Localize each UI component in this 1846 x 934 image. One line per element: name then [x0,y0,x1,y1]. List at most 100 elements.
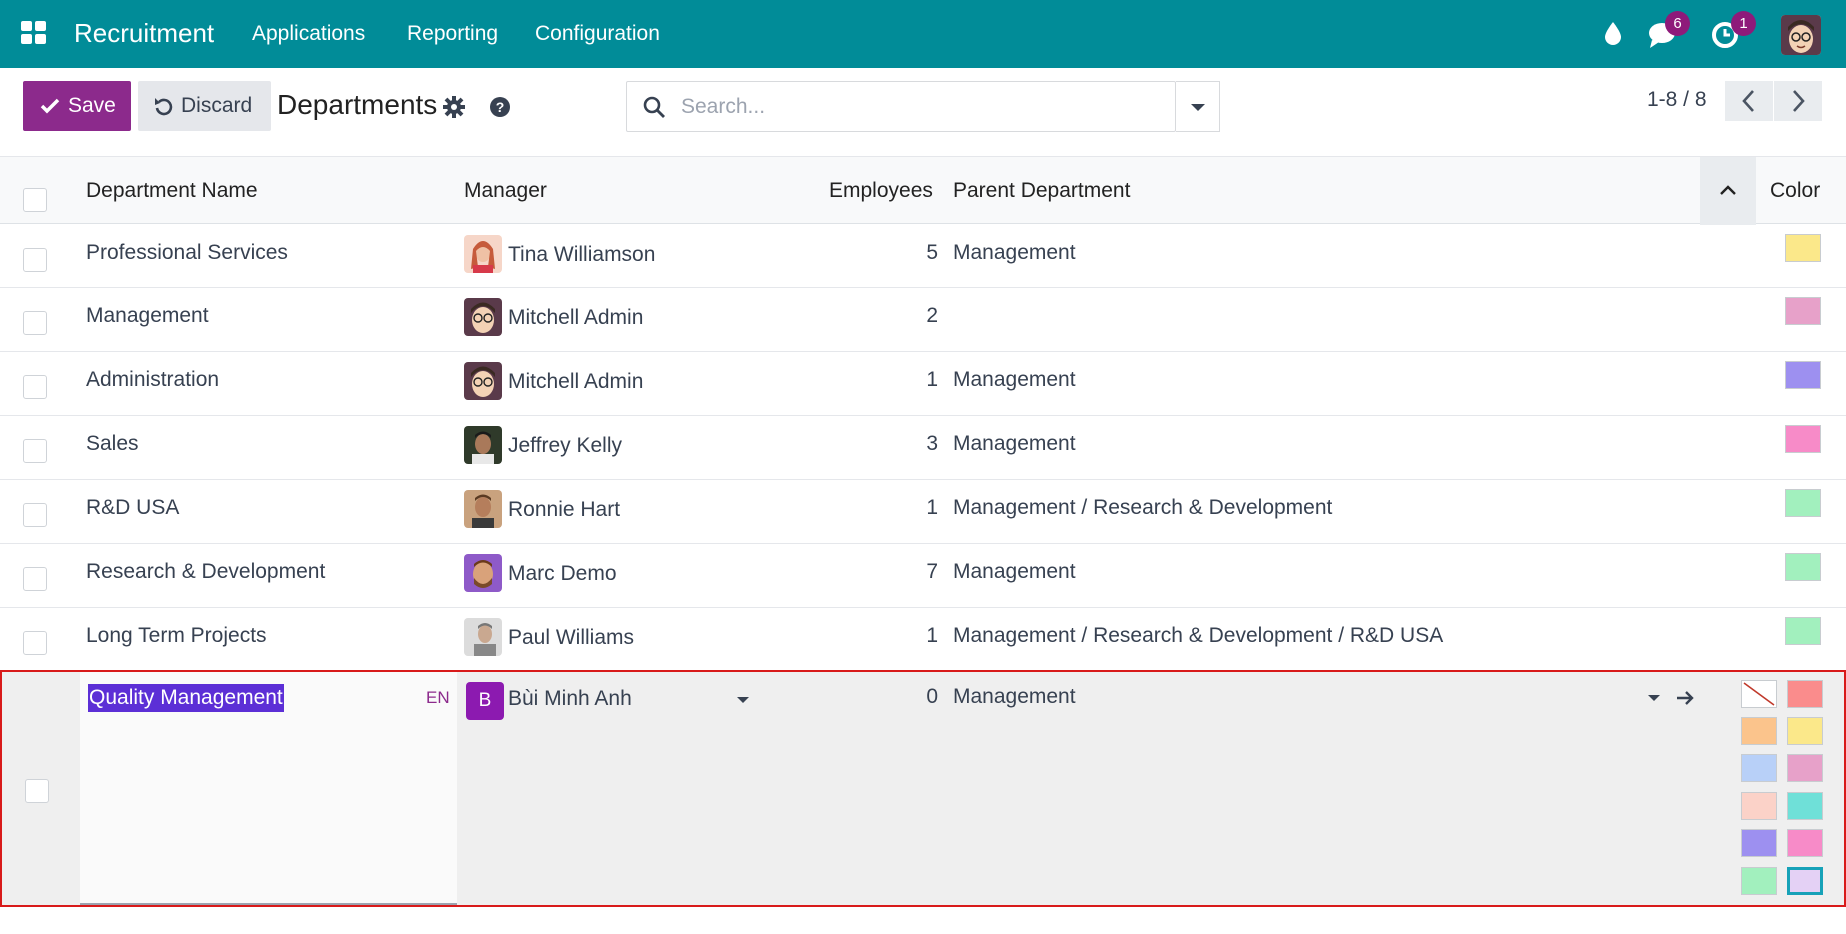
color-option[interactable] [1787,680,1823,708]
search-options-toggle[interactable] [1176,81,1220,132]
color-option[interactable] [1741,754,1777,782]
manager-name[interactable]: Ronnie Hart [508,498,620,522]
color-option[interactable] [1741,792,1777,820]
employees-count: 0 [926,685,938,708]
column-header-parent[interactable]: Parent Department [953,179,1130,203]
discard-label: Discard [181,94,253,117]
menu-configuration[interactable]: Configuration [535,22,660,46]
row-checkbox[interactable] [23,567,47,591]
table-row[interactable]: Management Mitchell Admin 2 [0,288,1846,352]
department-name[interactable]: R&D USA [86,496,179,520]
table-row[interactable]: Administration Mitchell Admin 1 Manageme… [0,352,1846,416]
manager-name[interactable]: Jeffrey Kelly [508,434,622,458]
check-icon [40,98,60,114]
caret-down-icon[interactable] [1646,693,1662,703]
row-checkbox[interactable] [25,779,49,803]
search-input[interactable] [681,92,1151,122]
color-option[interactable] [1741,829,1777,857]
row-checkbox[interactable] [23,439,47,463]
arrow-right-icon[interactable] [1675,689,1695,707]
sort-handle-column[interactable] [1700,157,1756,225]
color-swatch[interactable] [1785,489,1821,517]
selected-name-text[interactable]: Quality Management [88,684,284,712]
top-navbar: Recruitment Applications Reporting Confi… [0,0,1846,68]
search-box [626,81,1176,132]
parent-department-field[interactable]: Management [953,685,1076,709]
department-name[interactable]: Research & Development [86,560,325,584]
column-header-employees[interactable]: Employees [829,179,933,203]
drop-icon[interactable] [1598,18,1628,48]
row-checkbox[interactable] [23,631,47,655]
user-avatar[interactable] [1781,15,1821,55]
svg-text:?: ? [496,99,505,115]
color-option[interactable] [1787,792,1823,820]
table-header: Department Name Manager Employees Parent… [0,156,1846,225]
menu-reporting[interactable]: Reporting [407,22,498,46]
color-option[interactable] [1787,717,1823,745]
language-toggle[interactable]: EN [426,688,450,708]
column-header-color[interactable]: Color [1770,179,1820,203]
row-checkbox[interactable] [23,503,47,527]
manager-name[interactable]: Mitchell Admin [508,306,643,330]
manager-avatar [464,426,502,464]
color-option-none[interactable] [1741,680,1777,708]
parent-department[interactable]: Management [953,241,1076,265]
pager-next-button[interactable] [1774,81,1822,121]
parent-department[interactable]: Management [953,432,1076,456]
caret-down-icon[interactable] [735,695,751,705]
color-option[interactable] [1741,717,1777,745]
help-icon[interactable]: ? [489,96,511,118]
row-checkbox[interactable] [23,375,47,399]
row-checkbox[interactable] [23,311,47,335]
parent-department[interactable]: Management / Research & Development [953,496,1332,520]
color-option[interactable] [1787,754,1823,782]
color-option[interactable] [1741,867,1777,895]
manager-name[interactable]: Mitchell Admin [508,370,643,394]
employees-count: 2 [926,304,938,327]
department-name[interactable]: Long Term Projects [86,624,267,648]
manager-avatar [464,618,502,656]
color-swatch[interactable] [1785,297,1821,325]
save-button[interactable]: Save [23,81,131,131]
column-header-name[interactable]: Department Name [86,179,258,203]
color-option-selected[interactable] [1787,867,1823,895]
table-row[interactable]: Professional Services Tina Williamson 5 … [0,224,1846,288]
department-name[interactable]: Professional Services [86,241,288,265]
column-header-manager[interactable]: Manager [464,179,547,203]
department-name-input[interactable]: Quality Management EN [80,672,457,905]
employees-count: 1 [926,624,938,647]
activities-badge: 1 [1731,11,1756,36]
table-row[interactable]: R&D USA Ronnie Hart 1 Management / Resea… [0,480,1846,544]
color-swatch[interactable] [1785,361,1821,389]
pager-value[interactable]: 1-8 / 8 [1647,88,1707,112]
color-swatch[interactable] [1785,234,1821,262]
department-name[interactable]: Administration [86,368,219,392]
color-swatch[interactable] [1785,425,1821,453]
color-swatch[interactable] [1785,553,1821,581]
manager-name[interactable]: Paul Williams [508,626,634,650]
discard-button[interactable]: Discard [138,81,271,131]
select-all-checkbox[interactable] [23,188,47,212]
parent-department[interactable]: Management / Research & Development / R&… [953,624,1443,648]
table-row[interactable]: Sales Jeffrey Kelly 3 Management [0,416,1846,480]
messages-badge: 6 [1665,11,1690,36]
color-swatch[interactable] [1785,617,1821,645]
gear-icon[interactable] [442,95,466,119]
row-checkbox[interactable] [23,248,47,272]
manager-name[interactable]: Tina Williamson [508,243,655,267]
table-row[interactable]: Long Term Projects Paul Williams 1 Manag… [0,608,1846,672]
employees-count: 1 [926,368,938,391]
app-name[interactable]: Recruitment [74,18,214,49]
parent-department[interactable]: Management [953,368,1076,392]
department-name[interactable]: Sales [86,432,139,456]
menu-applications[interactable]: Applications [252,22,365,46]
parent-department[interactable]: Management [953,560,1076,584]
editing-row[interactable]: Quality Management EN B Bùi Minh Anh 0 M… [0,670,1846,907]
department-name[interactable]: Management [86,304,209,328]
apps-menu-icon[interactable] [21,21,47,45]
manager-name[interactable]: Marc Demo [508,562,617,586]
manager-field[interactable]: Bùi Minh Anh [508,687,632,711]
pager-previous-button[interactable] [1725,81,1773,121]
table-row[interactable]: Research & Development Marc Demo 7 Manag… [0,544,1846,608]
color-option[interactable] [1787,829,1823,857]
